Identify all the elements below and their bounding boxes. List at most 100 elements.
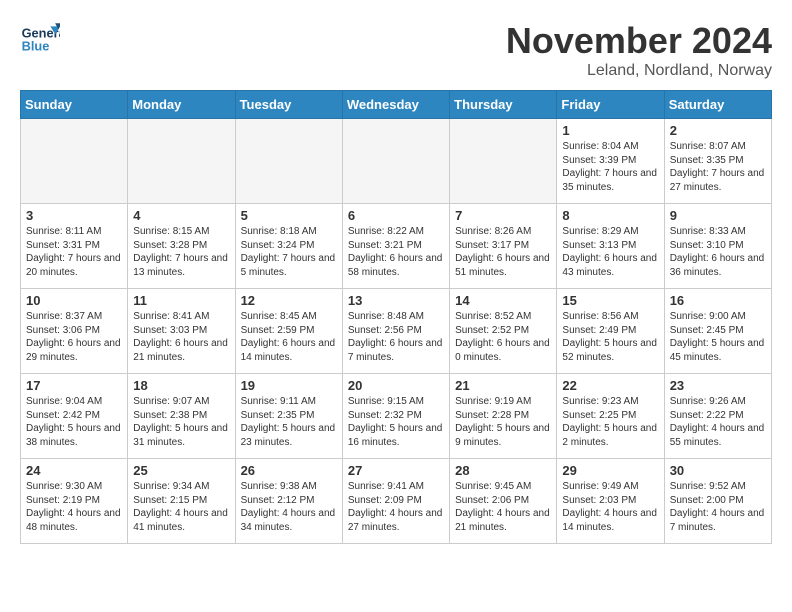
calendar-cell <box>450 119 557 204</box>
day-info: Sunrise: 8:48 AMSunset: 2:56 PMDaylight:… <box>348 310 444 364</box>
header-day: Friday <box>557 91 664 119</box>
day-info: Sunrise: 8:33 AMSunset: 3:10 PMDaylight:… <box>670 225 766 279</box>
day-number: 12 <box>241 293 337 308</box>
calendar-cell: 9 Sunrise: 8:33 AMSunset: 3:10 PMDaylight… <box>664 204 771 289</box>
day-info: Sunrise: 8:07 AMSunset: 3:35 PMDaylight:… <box>670 140 766 194</box>
day-number: 25 <box>133 463 229 478</box>
day-info: Sunrise: 9:26 AMSunset: 2:22 PMDaylight:… <box>670 395 766 449</box>
day-info: Sunrise: 8:26 AMSunset: 3:17 PMDaylight:… <box>455 225 551 279</box>
calendar-subtitle: Leland, Nordland, Norway <box>506 62 772 80</box>
day-number: 6 <box>348 208 444 223</box>
day-number: 18 <box>133 378 229 393</box>
day-info: Sunrise: 8:56 AMSunset: 2:49 PMDaylight:… <box>562 310 658 364</box>
day-info: Sunrise: 9:38 AMSunset: 2:12 PMDaylight:… <box>241 480 337 534</box>
day-number: 10 <box>26 293 122 308</box>
header-day: Thursday <box>450 91 557 119</box>
day-number: 21 <box>455 378 551 393</box>
day-number: 13 <box>348 293 444 308</box>
day-number: 30 <box>670 463 766 478</box>
calendar-cell: 10 Sunrise: 8:37 AMSunset: 3:06 PMDayligh… <box>21 289 128 374</box>
header-day: Monday <box>128 91 235 119</box>
calendar-week-row: 24 Sunrise: 9:30 AMSunset: 2:19 PMDayligh… <box>21 459 772 544</box>
calendar-cell: 5 Sunrise: 8:18 AMSunset: 3:24 PMDaylight… <box>235 204 342 289</box>
day-number: 20 <box>348 378 444 393</box>
calendar-cell: 18 Sunrise: 9:07 AMSunset: 2:38 PMDayligh… <box>128 374 235 459</box>
calendar-cell <box>21 119 128 204</box>
calendar-cell: 17 Sunrise: 9:04 AMSunset: 2:42 PMDayligh… <box>21 374 128 459</box>
day-info: Sunrise: 8:37 AMSunset: 3:06 PMDaylight:… <box>26 310 122 364</box>
day-number: 3 <box>26 208 122 223</box>
calendar-cell: 21 Sunrise: 9:19 AMSunset: 2:28 PMDayligh… <box>450 374 557 459</box>
calendar-cell: 27 Sunrise: 9:41 AMSunset: 2:09 PMDayligh… <box>342 459 449 544</box>
day-info: Sunrise: 9:04 AMSunset: 2:42 PMDaylight:… <box>26 395 122 449</box>
calendar-cell: 22 Sunrise: 9:23 AMSunset: 2:25 PMDayligh… <box>557 374 664 459</box>
day-info: Sunrise: 9:49 AMSunset: 2:03 PMDaylight:… <box>562 480 658 534</box>
header-day: Wednesday <box>342 91 449 119</box>
header-day: Saturday <box>664 91 771 119</box>
calendar-table: SundayMondayTuesdayWednesdayThursdayFrid… <box>20 90 772 544</box>
day-info: Sunrise: 9:19 AMSunset: 2:28 PMDaylight:… <box>455 395 551 449</box>
calendar-title: November 2024 <box>506 20 772 62</box>
day-number: 17 <box>26 378 122 393</box>
header: General Blue November 2024 Leland, Nordl… <box>20 20 772 80</box>
day-info: Sunrise: 9:52 AMSunset: 2:00 PMDaylight:… <box>670 480 766 534</box>
calendar-cell: 13 Sunrise: 8:48 AMSunset: 2:56 PMDayligh… <box>342 289 449 374</box>
calendar-cell: 30 Sunrise: 9:52 AMSunset: 2:00 PMDayligh… <box>664 459 771 544</box>
calendar-week-row: 10 Sunrise: 8:37 AMSunset: 3:06 PMDayligh… <box>21 289 772 374</box>
calendar-cell: 29Sunrise: 9:49 AMSunset: 2:03 PMDayligh… <box>557 459 664 544</box>
day-number: 28 <box>455 463 551 478</box>
day-number: 5 <box>241 208 337 223</box>
calendar-cell: 8Sunrise: 8:29 AMSunset: 3:13 PMDaylight… <box>557 204 664 289</box>
header-day: Sunday <box>21 91 128 119</box>
day-info: Sunrise: 9:41 AMSunset: 2:09 PMDaylight:… <box>348 480 444 534</box>
day-info: Sunrise: 9:00 AMSunset: 2:45 PMDaylight:… <box>670 310 766 364</box>
day-number: 7 <box>455 208 551 223</box>
day-number: 19 <box>241 378 337 393</box>
day-info: Sunrise: 8:45 AMSunset: 2:59 PMDaylight:… <box>241 310 337 364</box>
day-info: Sunrise: 8:18 AMSunset: 3:24 PMDaylight:… <box>241 225 337 279</box>
calendar-cell: 2Sunrise: 8:07 AMSunset: 3:35 PMDaylight… <box>664 119 771 204</box>
calendar-cell <box>235 119 342 204</box>
calendar-cell: 4 Sunrise: 8:15 AMSunset: 3:28 PMDaylight… <box>128 204 235 289</box>
day-info: Sunrise: 8:11 AMSunset: 3:31 PMDaylight:… <box>26 225 122 279</box>
day-info: Sunrise: 8:04 AMSunset: 3:39 PMDaylight:… <box>562 140 658 194</box>
calendar-cell: 25 Sunrise: 9:34 AMSunset: 2:15 PMDayligh… <box>128 459 235 544</box>
calendar-week-row: 17 Sunrise: 9:04 AMSunset: 2:42 PMDayligh… <box>21 374 772 459</box>
day-info: Sunrise: 8:41 AMSunset: 3:03 PMDaylight:… <box>133 310 229 364</box>
calendar-cell <box>128 119 235 204</box>
day-info: Sunrise: 9:34 AMSunset: 2:15 PMDaylight:… <box>133 480 229 534</box>
calendar-cell: 28Sunrise: 9:45 AMSunset: 2:06 PMDayligh… <box>450 459 557 544</box>
logo-icon: General Blue <box>20 20 60 60</box>
calendar-cell <box>342 119 449 204</box>
calendar-cell: 12 Sunrise: 8:45 AMSunset: 2:59 PMDayligh… <box>235 289 342 374</box>
calendar-cell: 15Sunrise: 8:56 AMSunset: 2:49 PMDayligh… <box>557 289 664 374</box>
day-number: 4 <box>133 208 229 223</box>
calendar-cell: 26Sunrise: 9:38 AMSunset: 2:12 PMDayligh… <box>235 459 342 544</box>
day-number: 22 <box>562 378 658 393</box>
day-info: Sunrise: 8:15 AMSunset: 3:28 PMDaylight:… <box>133 225 229 279</box>
title-area: November 2024 Leland, Nordland, Norway <box>506 20 772 80</box>
svg-text:Blue: Blue <box>22 38 50 53</box>
day-info: Sunrise: 9:07 AMSunset: 2:38 PMDaylight:… <box>133 395 229 449</box>
day-number: 24 <box>26 463 122 478</box>
day-number: 14 <box>455 293 551 308</box>
day-number: 27 <box>348 463 444 478</box>
calendar-cell: 14 Sunrise: 8:52 AMSunset: 2:52 PMDayligh… <box>450 289 557 374</box>
day-info: Sunrise: 9:11 AMSunset: 2:35 PMDaylight:… <box>241 395 337 449</box>
header-day: Tuesday <box>235 91 342 119</box>
header-row: SundayMondayTuesdayWednesdayThursdayFrid… <box>21 91 772 119</box>
calendar-cell: 16Sunrise: 9:00 AMSunset: 2:45 PMDayligh… <box>664 289 771 374</box>
day-info: Sunrise: 8:52 AMSunset: 2:52 PMDaylight:… <box>455 310 551 364</box>
calendar-cell: 11Sunrise: 8:41 AMSunset: 3:03 PMDayligh… <box>128 289 235 374</box>
day-number: 23 <box>670 378 766 393</box>
calendar-week-row: 1Sunrise: 8:04 AMSunset: 3:39 PMDaylight… <box>21 119 772 204</box>
calendar-cell: 7 Sunrise: 8:26 AMSunset: 3:17 PMDaylight… <box>450 204 557 289</box>
day-info: Sunrise: 9:23 AMSunset: 2:25 PMDaylight:… <box>562 395 658 449</box>
calendar-cell: 6Sunrise: 8:22 AMSunset: 3:21 PMDaylight… <box>342 204 449 289</box>
day-number: 8 <box>562 208 658 223</box>
calendar-cell: 1Sunrise: 8:04 AMSunset: 3:39 PMDaylight… <box>557 119 664 204</box>
day-number: 9 <box>670 208 766 223</box>
calendar-cell: 24 Sunrise: 9:30 AMSunset: 2:19 PMDayligh… <box>21 459 128 544</box>
day-info: Sunrise: 9:30 AMSunset: 2:19 PMDaylight:… <box>26 480 122 534</box>
day-info: Sunrise: 9:15 AMSunset: 2:32 PMDaylight:… <box>348 395 444 449</box>
